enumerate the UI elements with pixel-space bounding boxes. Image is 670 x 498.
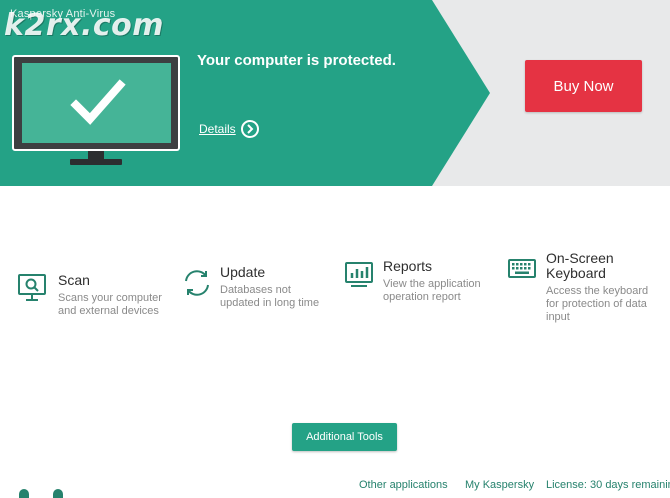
scan-icon bbox=[18, 274, 46, 301]
reports-tool[interactable]: Reports View the application operation r… bbox=[345, 258, 495, 318]
chevron-right-circle-icon bbox=[240, 120, 259, 138]
tools-row: Scan Scans your computer and external de… bbox=[0, 250, 670, 340]
buy-now-button[interactable]: Buy Now bbox=[525, 60, 642, 112]
details-link-label: Details bbox=[199, 122, 236, 136]
update-icon bbox=[185, 270, 209, 296]
reports-description-line-2: operation report bbox=[383, 291, 461, 303]
keyboard-icon bbox=[508, 259, 536, 278]
other-applications-link[interactable]: Other applications bbox=[359, 479, 448, 491]
on-screen-keyboard-title-line-1: On-Screen bbox=[546, 250, 614, 266]
license-link[interactable]: License: 30 days remaining bbox=[546, 479, 670, 491]
settings-icon[interactable] bbox=[18, 488, 30, 498]
update-description-line-1: Databases not bbox=[220, 284, 291, 296]
footer: Other applications My Kaspersky License:… bbox=[0, 474, 670, 498]
details-link[interactable]: Details bbox=[199, 120, 259, 138]
on-screen-keyboard-description-line-1: Access the keyboard bbox=[546, 285, 649, 297]
on-screen-keyboard-title-line-2: Keyboard bbox=[546, 265, 606, 281]
protected-monitor-icon bbox=[12, 55, 180, 165]
update-title: Update bbox=[220, 264, 266, 280]
reports-description-line-1: View the application bbox=[383, 278, 481, 290]
support-icon[interactable] bbox=[52, 488, 64, 498]
reports-icon bbox=[345, 262, 373, 287]
watermark: k2rx.com bbox=[4, 8, 165, 43]
scan-tool[interactable]: Scan Scans your computer and external de… bbox=[18, 272, 178, 332]
on-screen-keyboard-description-line-3: input bbox=[546, 311, 570, 323]
update-tool[interactable]: Update Databases not updated in long tim… bbox=[182, 264, 332, 324]
update-description-line-2: updated in long time bbox=[220, 297, 320, 309]
status-banner: Kaspersky Anti-Virus k2rx.com Your compu… bbox=[0, 0, 670, 186]
on-screen-keyboard-description-line-2: for protection of data bbox=[546, 298, 647, 310]
reports-title: Reports bbox=[383, 258, 433, 274]
on-screen-keyboard-tool[interactable]: On-Screen Keyboard Access the keyboard f… bbox=[508, 250, 668, 330]
additional-tools-button[interactable]: Additional Tools bbox=[292, 423, 397, 451]
my-kaspersky-link[interactable]: My Kaspersky bbox=[465, 479, 534, 491]
scan-description-line-2: and external devices bbox=[58, 305, 159, 317]
scan-description-line-1: Scans your computer bbox=[58, 292, 162, 304]
protection-status-headline: Your computer is protected. bbox=[197, 52, 396, 69]
scan-title: Scan bbox=[58, 272, 90, 288]
